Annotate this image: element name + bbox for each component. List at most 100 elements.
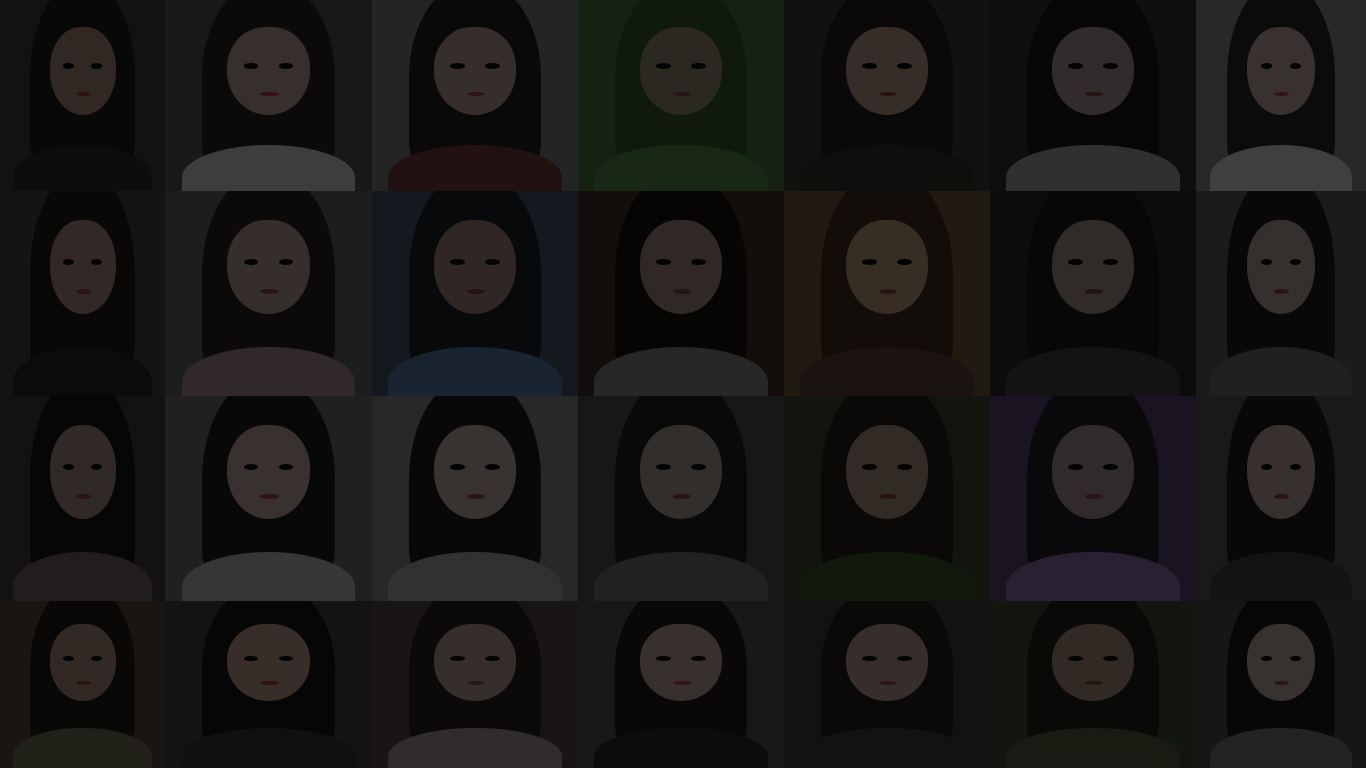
portrait-eye (897, 656, 912, 662)
portrait-eye (90, 463, 103, 470)
portrait-eye (1103, 258, 1118, 265)
portrait-eye (691, 463, 706, 470)
portrait-face (1247, 26, 1315, 115)
portrait-face (49, 624, 116, 702)
portrait-eye (862, 258, 877, 265)
portrait-face (227, 26, 310, 115)
portrait-eye (278, 63, 294, 69)
portrait-eye (897, 463, 912, 470)
portrait-eye (862, 463, 877, 470)
portrait-tile (990, 601, 1196, 768)
portrait-eye (691, 258, 706, 265)
portrait-tile (0, 0, 165, 191)
portrait-eye (243, 63, 259, 69)
portrait-eye (897, 63, 912, 69)
portrait-eye (90, 63, 103, 69)
portrait-eye (1068, 463, 1083, 470)
portrait-lips (75, 91, 91, 97)
portrait-tile (165, 601, 372, 768)
portrait-tile (372, 0, 578, 191)
portrait-tile (165, 0, 372, 191)
portrait-tile (165, 191, 372, 396)
portrait-face (49, 219, 116, 314)
portrait-tile (1196, 191, 1366, 396)
portrait-eye (485, 63, 500, 69)
portrait-tile (1196, 0, 1366, 191)
portrait-face (227, 219, 310, 314)
portrait-eye (62, 63, 75, 69)
portrait-face (639, 624, 723, 702)
portrait-tile (0, 191, 165, 396)
portrait-eye (656, 63, 671, 69)
portrait-face (49, 424, 116, 519)
portrait-eye (485, 656, 500, 662)
portrait-tile (165, 396, 372, 601)
portrait-eye (450, 258, 465, 265)
portrait-face (1051, 424, 1135, 519)
portrait-tile (990, 191, 1196, 396)
portrait-face (227, 624, 310, 702)
portrait-eye (1103, 463, 1118, 470)
portrait-eye (90, 258, 103, 265)
portrait-eye (278, 463, 294, 470)
portrait-eye (1068, 656, 1083, 662)
portrait-face (639, 424, 723, 519)
portrait-eye (1068, 258, 1083, 265)
portrait-eye (1260, 63, 1273, 69)
portrait-face (433, 26, 517, 115)
portrait-face (433, 424, 517, 519)
portrait-eye (1260, 258, 1273, 265)
portrait-eye (1260, 463, 1273, 470)
portrait-eye (656, 463, 671, 470)
portrait-tile (784, 0, 990, 191)
portrait-eye (897, 258, 912, 265)
portrait-tile (578, 396, 784, 601)
portrait-eye (862, 656, 877, 662)
portrait-face (433, 219, 517, 314)
portrait-face (845, 624, 929, 702)
portrait-tile (1196, 396, 1366, 601)
portrait-face (1051, 26, 1135, 115)
portrait-face (1051, 624, 1135, 702)
photo-collage (0, 0, 1366, 768)
portrait-tile (990, 396, 1196, 601)
portrait-eye (656, 656, 671, 662)
portrait-face (1247, 219, 1315, 314)
portrait-face (845, 219, 929, 314)
portrait-tile (578, 601, 784, 768)
portrait-tile (784, 191, 990, 396)
portrait-tile (578, 191, 784, 396)
portrait-eye (691, 656, 706, 662)
portrait-tile (578, 0, 784, 191)
portrait-tile (372, 601, 578, 768)
portrait-eye (656, 258, 671, 265)
portrait-eye (62, 258, 75, 265)
portrait-eye (862, 63, 877, 69)
portrait-tile (784, 601, 990, 768)
portrait-tile (372, 396, 578, 601)
portrait-tile (0, 601, 165, 768)
portrait-eye (691, 63, 706, 69)
portrait-eye (1103, 63, 1118, 69)
portrait-eye (450, 463, 465, 470)
portrait-tile (784, 396, 990, 601)
portrait-face (639, 219, 723, 314)
portrait-eye (243, 463, 259, 470)
portrait-eye (1289, 258, 1302, 265)
portrait-face (1247, 624, 1315, 702)
portrait-eye (1289, 463, 1302, 470)
portrait-face (639, 26, 723, 115)
portrait-face (1247, 424, 1315, 519)
portrait-face (227, 424, 310, 519)
portrait-face (845, 424, 929, 519)
portrait-tile (1196, 601, 1366, 768)
portrait-tile (372, 191, 578, 396)
portrait-eye (1289, 63, 1302, 69)
portrait-face (845, 26, 929, 115)
portrait-eye (62, 463, 75, 470)
portrait-eye (485, 258, 500, 265)
portrait-eye (450, 656, 465, 662)
portrait-tile (0, 396, 165, 601)
portrait-face (49, 26, 116, 115)
portrait-eye (278, 258, 294, 265)
